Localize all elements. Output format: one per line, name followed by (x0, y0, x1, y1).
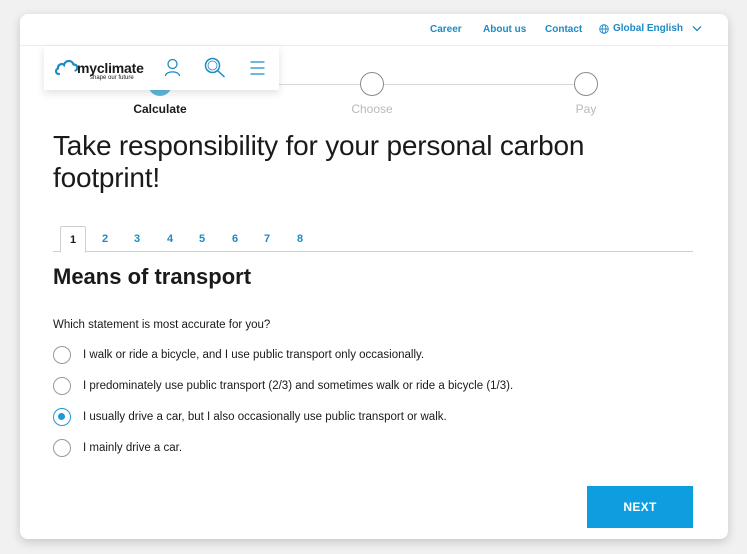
radio-button[interactable] (53, 346, 71, 364)
radio-button[interactable] (53, 377, 71, 395)
tab-6[interactable]: 6 (222, 226, 248, 252)
question-text: Which statement is most accurate for you… (53, 319, 271, 331)
step-circle-choose (360, 72, 384, 96)
logo-wordmark: myclimate (77, 60, 144, 76)
tab-2[interactable]: 2 (92, 226, 118, 252)
globe-icon (599, 23, 609, 34)
logo-tagline: shape our future (90, 75, 134, 81)
option-label: I usually drive a car, but I also occasi… (83, 411, 447, 423)
page-title: Take responsibility for your personal ca… (53, 130, 585, 193)
option-mainly-car[interactable]: I mainly drive a car. (53, 439, 182, 457)
site-header: myclimate shape our future (44, 46, 279, 90)
menu-icon[interactable] (250, 61, 265, 80)
tab-5[interactable]: 5 (189, 226, 215, 252)
step-label-calculate: Calculate (133, 102, 187, 116)
language-selector[interactable]: Global English (599, 23, 702, 34)
next-button[interactable]: NEXT (587, 486, 693, 528)
myclimate-logo[interactable]: myclimate shape our future (54, 55, 146, 83)
chevron-down-icon (692, 25, 702, 32)
tab-3[interactable]: 3 (124, 226, 150, 252)
option-label: I predominately use public transport (2/… (83, 380, 514, 392)
section-title: Means of transport (53, 264, 252, 289)
option-label: I walk or ride a bicycle, and I use publ… (83, 349, 425, 361)
search-icon[interactable] (204, 57, 226, 83)
step-circle-pay (574, 72, 598, 96)
language-label: Global English (613, 23, 684, 34)
step-label-pay: Pay (575, 102, 597, 116)
option-label: I mainly drive a car. (83, 442, 183, 454)
calculator-card: Career About us Contact Global English m… (20, 14, 728, 539)
tab-1[interactable]: 1 (60, 226, 86, 253)
top-navigation: Career About us Contact Global English (20, 14, 728, 46)
radio-button-selected[interactable] (53, 408, 71, 426)
question-tabs: 1 2 3 4 5 6 7 8 (53, 226, 693, 253)
option-usually-car[interactable]: I usually drive a car, but I also occasi… (53, 408, 447, 426)
option-walk-bicycle[interactable]: I walk or ride a bicycle, and I use publ… (53, 346, 424, 364)
radio-button[interactable] (53, 439, 71, 457)
step-label-choose: Choose (351, 102, 393, 116)
user-icon[interactable] (164, 58, 181, 82)
tab-8[interactable]: 8 (287, 226, 313, 252)
option-public-transport[interactable]: I predominately use public transport (2/… (53, 377, 513, 395)
tab-4[interactable]: 4 (157, 226, 183, 252)
nav-link-about-us[interactable]: About us (483, 24, 526, 35)
nav-link-career[interactable]: Career (430, 24, 462, 35)
nav-link-contact[interactable]: Contact (545, 24, 582, 35)
tab-7[interactable]: 7 (254, 226, 280, 252)
